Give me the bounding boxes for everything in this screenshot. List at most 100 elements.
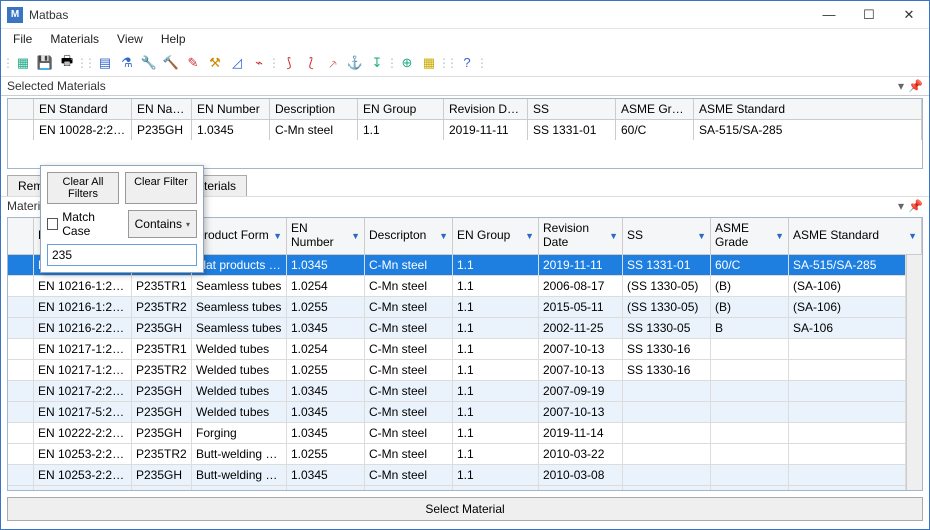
col-asme-grade[interactable]: ASME Grade▼: [711, 218, 789, 254]
cell: P235GH: [132, 486, 192, 490]
filter-icon[interactable]: ▼: [609, 231, 618, 241]
menu-materials[interactable]: Materials: [42, 30, 107, 48]
table-row[interactable]: EN 10216-1:2013P235TR2Seamless tubes1.02…: [8, 297, 906, 318]
sel-col-en-number[interactable]: EN Number: [192, 99, 270, 119]
cell: C-Mn steel: [365, 402, 453, 422]
menu-file[interactable]: File: [5, 30, 40, 48]
clear-filter-button[interactable]: Clear Filter: [125, 172, 197, 204]
row-handle: [8, 255, 34, 275]
row-handle: [8, 402, 34, 422]
minimize-button[interactable]: —: [809, 1, 849, 29]
sel-col-asme-standard[interactable]: ASME Standard: [694, 99, 922, 119]
sel-col-ss[interactable]: SS: [528, 99, 616, 119]
toolbar: ⋮ ▦ 💾 🖶 ⋮ ⋮ ▤ ⚗ 🔧 🔨 ✎ ⚒ ◿ ⌁ ⋮ ⟆ ⟅ ⸕ ⚓ ↧ …: [1, 49, 929, 77]
help-icon[interactable]: ?: [457, 53, 477, 73]
menu-view[interactable]: View: [109, 30, 151, 48]
vertical-scrollbar[interactable]: [906, 255, 922, 490]
yellow-square-icon[interactable]: ▦: [419, 53, 439, 73]
tool-1-icon[interactable]: 🔧: [139, 53, 159, 73]
tool-2-icon[interactable]: 🔨: [161, 53, 181, 73]
sel-col-en-group[interactable]: EN Group: [358, 99, 444, 119]
clear-all-filters-button[interactable]: Clear All Filters: [47, 172, 119, 204]
materials-grid-body[interactable]: EN 10028-2:2017P235GHFlat products - pla…: [8, 255, 906, 490]
selected-grid-row[interactable]: EN 10028-2:2017 P235GH 1.0345 C-Mn steel…: [8, 120, 922, 140]
panel-pin-icon[interactable]: 📌: [908, 79, 923, 93]
sel-col-asme-grade[interactable]: ASME Grade: [616, 99, 694, 119]
filter-icon[interactable]: ▼: [351, 231, 360, 241]
cell: P235GH: [132, 381, 192, 401]
sel-col-description[interactable]: Description: [270, 99, 358, 119]
materials-panel-dropdown-icon[interactable]: ▾: [898, 199, 904, 213]
match-case-checkbox[interactable]: Match Case: [47, 210, 122, 238]
col-blank[interactable]: [8, 218, 34, 254]
document-icon[interactable]: ▤: [95, 53, 115, 73]
table-row[interactable]: EN 10217-5:2005P235GHWelded tubes1.0345C…: [8, 402, 906, 423]
table-row[interactable]: EN 10253-2:2007P235GHButt-welding pipe f…: [8, 465, 906, 486]
close-button[interactable]: ✕: [889, 1, 929, 29]
maximize-button[interactable]: ☐: [849, 1, 889, 29]
filter-icon[interactable]: ▼: [697, 231, 706, 241]
print-icon[interactable]: 🖶: [57, 53, 77, 73]
cell: [789, 381, 906, 401]
col-description[interactable]: Descripton▼: [365, 218, 453, 254]
table-row[interactable]: EN 10222-2:2017P235GHForging1.0345C-Mn s…: [8, 423, 906, 444]
angle-icon[interactable]: ◿: [227, 53, 247, 73]
select-material-button[interactable]: Select Material: [7, 497, 923, 521]
table-row[interactable]: EN 10253-2:2007P235TR2Butt-welding pipe …: [8, 444, 906, 465]
table-row[interactable]: EN 10217-1:2005P235TR2Welded tubes1.0255…: [8, 360, 906, 381]
col-asme-standard[interactable]: ASME Standard▼: [789, 218, 922, 254]
cell: C-Mn steel: [365, 339, 453, 359]
cell: [623, 381, 711, 401]
col-ss[interactable]: SS▼: [623, 218, 711, 254]
table-row[interactable]: EN 10216-1:2013P235TR1Seamless tubes1.02…: [8, 276, 906, 297]
stairs-icon[interactable]: ⌁: [249, 53, 269, 73]
filter-icon[interactable]: ▼: [525, 231, 534, 241]
col-en-number[interactable]: EN Number▼: [287, 218, 365, 254]
filter-icon[interactable]: ▼: [775, 231, 784, 241]
cell: [711, 465, 789, 485]
bolt-1-icon[interactable]: ⟆: [279, 53, 299, 73]
col-en-group[interactable]: EN Group▼: [453, 218, 539, 254]
materials-panel-pin-icon[interactable]: 📌: [908, 199, 923, 213]
bolt-3-icon[interactable]: ⸕: [323, 53, 343, 73]
col-revision-date[interactable]: Revision Date▼: [539, 218, 623, 254]
sel-col-blank[interactable]: [8, 99, 34, 119]
cell: P235TR2: [132, 297, 192, 317]
sel-col-en-name[interactable]: EN Name: [132, 99, 192, 119]
table-row[interactable]: EN 10273:2016P235GHBar1.0345C-Mn steel1.…: [8, 486, 906, 490]
cell: [789, 423, 906, 443]
arrow-down-icon[interactable]: ↧: [367, 53, 387, 73]
globe-icon[interactable]: ⊕: [397, 53, 417, 73]
anchor-icon[interactable]: ⚓: [345, 53, 365, 73]
cell: SS 1330-16: [623, 339, 711, 359]
cell: 2002-11-25: [539, 318, 623, 338]
checkbox-icon: [47, 218, 58, 230]
sel-col-en-standard[interactable]: EN Standard: [34, 99, 132, 119]
hammer-icon[interactable]: ⚒: [205, 53, 225, 73]
filter-icon[interactable]: ▼: [908, 231, 917, 241]
grid-icon[interactable]: ▦: [13, 53, 33, 73]
col-product-form[interactable]: Product Form▼: [192, 218, 287, 254]
filter-value-input[interactable]: [47, 244, 197, 266]
menu-help[interactable]: Help: [153, 30, 194, 48]
sel-cell-en-standard: EN 10028-2:2017: [34, 120, 132, 140]
table-row[interactable]: EN 10217-1:2005P235TR1Welded tubes1.0254…: [8, 339, 906, 360]
save-icon[interactable]: 💾: [35, 53, 55, 73]
sel-col-revision-date[interactable]: Revision Date: [444, 99, 528, 119]
panel-dropdown-icon[interactable]: ▾: [898, 79, 904, 93]
bolt-2-icon[interactable]: ⟅: [301, 53, 321, 73]
flask-icon[interactable]: ⚗: [117, 53, 137, 73]
cell: 1.1: [453, 402, 539, 422]
sel-cell-en-group: 1.1: [358, 120, 444, 140]
sel-cell-description: C-Mn steel: [270, 120, 358, 140]
tool-3-icon[interactable]: ✎: [183, 53, 203, 73]
filter-mode-dropdown[interactable]: Contains ▾: [128, 210, 197, 238]
table-row[interactable]: EN 10216-2:2013P235GHSeamless tubes1.034…: [8, 318, 906, 339]
table-row[interactable]: EN 10217-2:2005P235GHWelded tubes1.0345C…: [8, 381, 906, 402]
cell: [711, 486, 789, 490]
cell: SA-515/SA-285: [789, 255, 906, 275]
cell: Welded tubes: [192, 339, 287, 359]
filter-icon[interactable]: ▼: [439, 231, 448, 241]
filter-icon[interactable]: ▼: [273, 231, 282, 241]
app-icon: M: [7, 7, 23, 23]
